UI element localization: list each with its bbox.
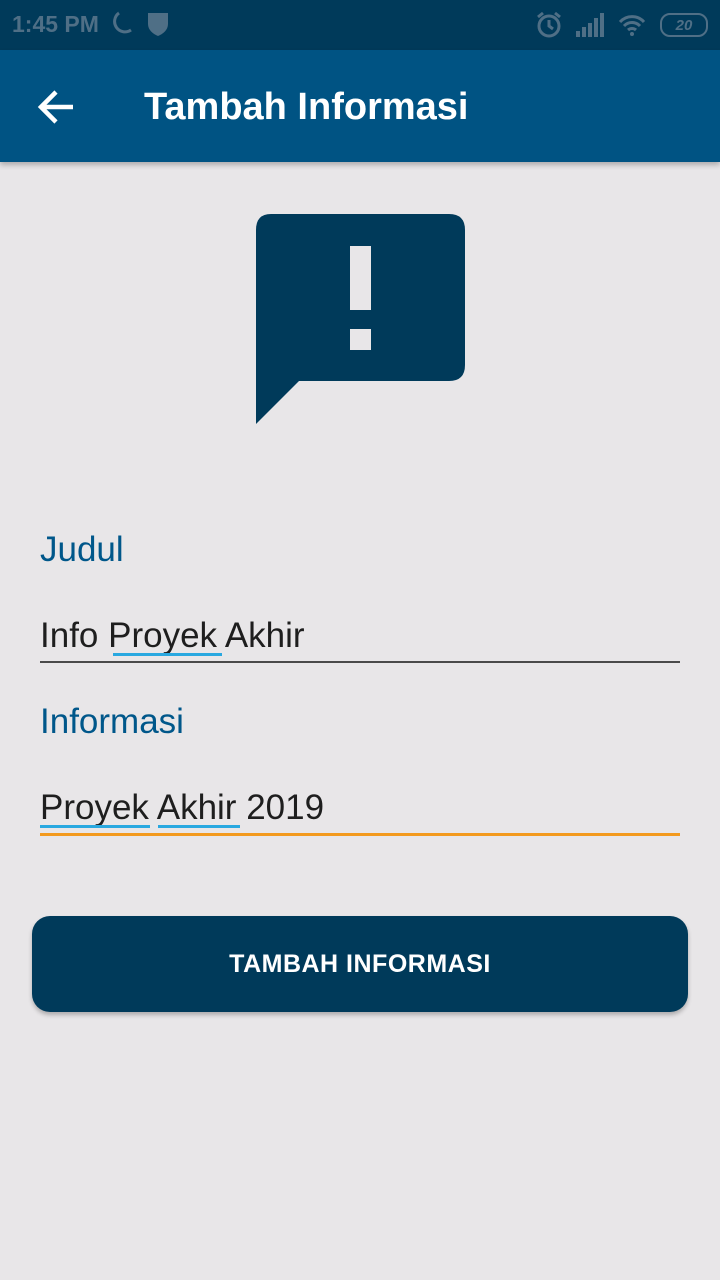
status-icons: 20 — [536, 10, 708, 40]
signal-icon — [576, 13, 604, 37]
app-bar: Tambah Informasi — [0, 50, 720, 162]
status-bar: 1:45 PM 20 — [0, 0, 720, 50]
judul-underline — [40, 661, 680, 663]
battery-icon: 20 — [660, 13, 708, 37]
informasi-underline-focused — [40, 833, 680, 836]
informasi-label: Informasi — [40, 702, 184, 741]
informasi-value: Proyek Akhir 2019 — [40, 788, 325, 827]
spellcheck-underline — [113, 653, 222, 656]
judul-value: Info Proyek Akhir — [40, 616, 305, 655]
moon-icon — [113, 11, 132, 34]
spellcheck-underline — [40, 825, 150, 828]
back-button[interactable] — [30, 80, 84, 134]
arrow-back-icon — [37, 90, 73, 124]
feedback-alert-icon — [256, 214, 465, 424]
page-title: Tambah Informasi — [144, 86, 469, 128]
judul-input[interactable]: Info Proyek Akhir — [40, 610, 680, 670]
tambah-informasi-label: TAMBAH INFORMASI — [229, 949, 491, 978]
tambah-informasi-button[interactable]: TAMBAH INFORMASI — [32, 916, 688, 1012]
informasi-input[interactable]: Proyek Akhir 2019 — [40, 782, 680, 842]
shield-icon — [148, 13, 168, 36]
judul-label: Judul — [40, 530, 124, 569]
alarm-icon — [537, 11, 561, 38]
status-time: 1:45 PM — [12, 11, 99, 37]
wifi-icon — [618, 15, 646, 36]
spellcheck-underline — [158, 825, 240, 828]
battery-level: 20 — [675, 16, 693, 34]
